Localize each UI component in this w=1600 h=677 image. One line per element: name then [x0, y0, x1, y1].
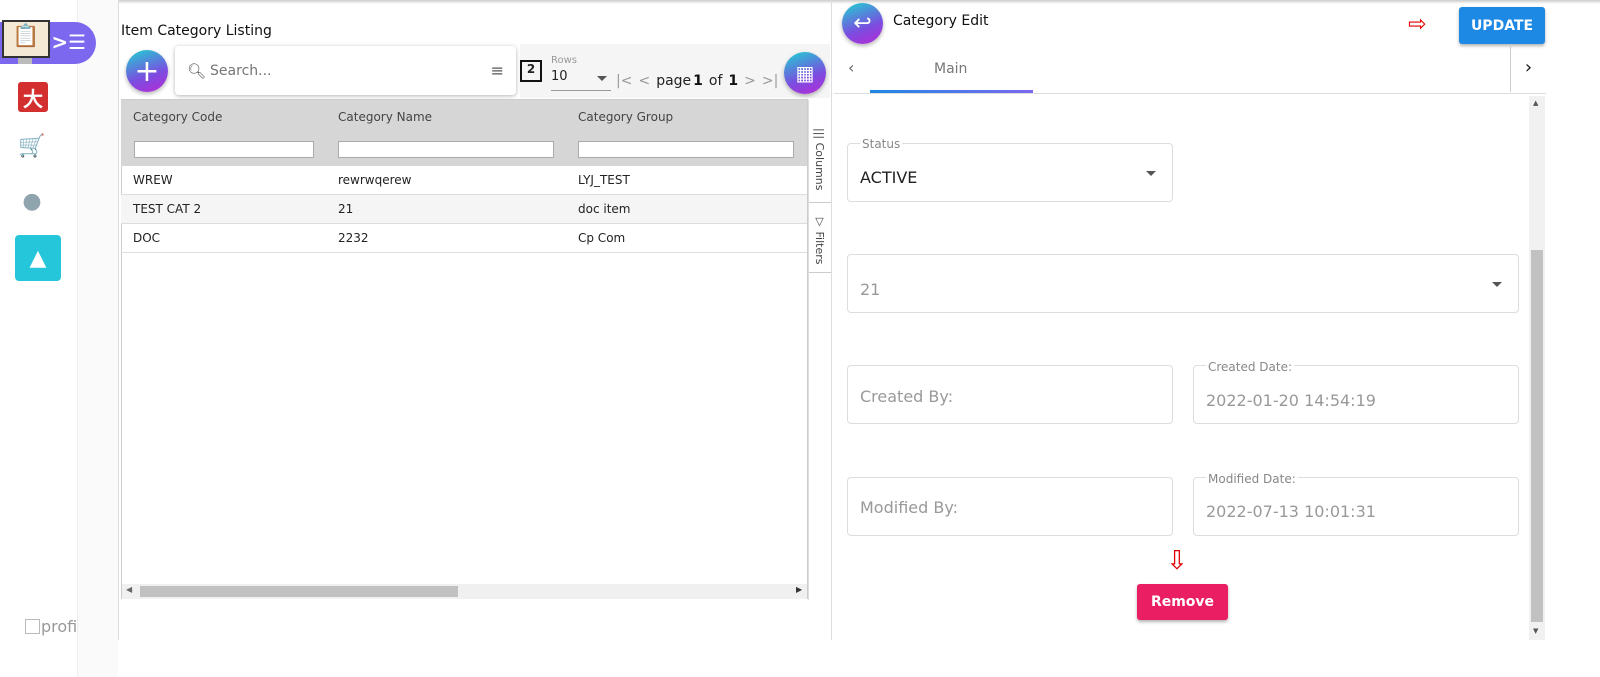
table-row[interactable]: WREW rewrwqerew LYJ_TEST — [121, 166, 807, 195]
first-page-icon[interactable]: |< — [616, 73, 632, 89]
modified-by-label: Modified By: — [860, 498, 959, 517]
palette-icon[interactable]: ● — [16, 185, 48, 217]
grid-header: Category Code Category Name Category Gro… — [121, 100, 807, 134]
table-row[interactable]: TEST CAT 2 21 doc item — [121, 195, 807, 224]
cell: 2232 — [338, 231, 369, 245]
profile-label: profi — [41, 617, 78, 636]
cell: LYJ_TEST — [578, 173, 630, 187]
chevron-down-icon — [597, 76, 607, 81]
app-logo: 📋 — [2, 20, 50, 58]
app-icon-red[interactable]: 大 — [18, 82, 48, 112]
add-button[interactable]: + — [126, 50, 168, 92]
chevron-down-icon — [1146, 171, 1156, 176]
modified-date-label: Modified Date: — [1206, 472, 1298, 486]
filter-row — [121, 134, 807, 166]
arrow-down-annotation-icon: ⇩ — [1166, 546, 1188, 576]
column-header[interactable]: Category Code — [121, 100, 326, 134]
scrollbar-thumb[interactable] — [140, 586, 458, 597]
of-word: of — [708, 73, 723, 89]
cell: TEST CAT 2 — [133, 202, 202, 216]
filter-icon[interactable]: ≡ — [491, 61, 504, 80]
rows-value: 10 — [551, 69, 568, 84]
tab-main[interactable]: Main — [934, 61, 967, 77]
sidebar-gutter — [78, 0, 118, 677]
column-header[interactable]: Category Name — [326, 100, 566, 134]
page-word: page — [656, 73, 692, 89]
menu-collapse-icon: >☰ — [51, 30, 86, 54]
column-header[interactable]: Category Group — [566, 100, 807, 134]
status-value: ACTIVE — [860, 168, 918, 187]
filter-input-code[interactable] — [134, 141, 314, 158]
side-tabs: ||| Columns ▽ Filters — [808, 100, 831, 600]
scrollbar-thumb[interactable] — [1531, 250, 1543, 622]
plus-icon: + — [134, 53, 160, 89]
status-label: Status — [860, 137, 903, 151]
edit-title: Category Edit — [893, 13, 989, 29]
cell: WREW — [133, 173, 173, 187]
status-select[interactable]: Status ACTIVE — [847, 137, 1173, 202]
filters-tab-label: Filters — [813, 231, 826, 265]
grid-view-button[interactable]: ▦ — [784, 52, 826, 94]
cell: Cp Com — [578, 231, 626, 245]
chevron-down-icon — [1492, 282, 1502, 287]
created-by-label: Created By: — [860, 387, 954, 406]
scroll-down-icon[interactable]: ▼ — [1533, 627, 1538, 635]
filters-tab[interactable]: ▽ Filters — [813, 215, 826, 264]
last-page-icon[interactable]: >| — [762, 73, 778, 89]
prev-page-icon[interactable]: < — [638, 73, 650, 89]
filter-input-name[interactable] — [338, 141, 554, 158]
table-row[interactable]: DOC 2232 Cp Com — [121, 224, 807, 253]
logo-stand — [18, 58, 32, 64]
modified-date-value: 2022-07-13 10:01:31 — [1206, 502, 1376, 521]
scroll-left-icon[interactable]: ◀ — [126, 585, 132, 594]
update-button[interactable]: UPDATE — [1459, 7, 1545, 44]
filter-funnel-icon: ▽ — [813, 215, 826, 228]
filter-input-group[interactable] — [578, 141, 794, 158]
tab-scroll-left-icon[interactable]: ‹ — [848, 58, 854, 77]
created-date-label: Created Date: — [1206, 360, 1295, 374]
page-current: 1 — [693, 73, 703, 89]
edit-panel — [834, 0, 1600, 640]
cart-icon[interactable]: 🛒 — [16, 130, 48, 162]
scroll-up-icon[interactable]: ▲ — [1533, 99, 1538, 107]
category-group-select[interactable]: 21 — [847, 254, 1519, 313]
created-date-value: 2022-01-20 14:54:19 — [1206, 391, 1376, 410]
category-group-value: 21 — [860, 280, 881, 299]
cell: rewrwqerew — [338, 173, 412, 187]
page-size-icon: 2 — [520, 60, 542, 82]
created-by-field: Created By: — [847, 365, 1173, 424]
columns-icon: ||| — [813, 128, 826, 140]
cell: 21 — [338, 202, 354, 216]
tab-scroll-right-icon[interactable]: › — [1510, 44, 1546, 92]
cell: DOC — [133, 231, 161, 245]
search-icon: 🔍︎ — [187, 61, 207, 80]
columns-tab[interactable]: ||| Columns — [813, 128, 826, 190]
remove-button[interactable]: Remove — [1137, 584, 1228, 620]
listing-title: Item Category Listing — [121, 23, 272, 39]
columns-tab-label: Columns — [813, 142, 826, 191]
created-date-field: Created Date: 2022-01-20 14:54:19 — [1193, 360, 1519, 424]
search-input[interactable] — [210, 62, 491, 79]
grid-icon: ▦ — [795, 61, 815, 85]
rows-label: Rows — [551, 55, 578, 66]
profile-link[interactable]: profi — [25, 617, 77, 636]
modified-date-field: Modified Date: 2022-07-13 10:01:31 — [1193, 472, 1519, 536]
profile-image-icon — [25, 619, 40, 634]
search-box[interactable]: 🔍︎ ≡ — [175, 46, 516, 95]
arrow-right-annotation-icon: ⇨ — [1408, 12, 1427, 37]
back-button[interactable]: ↩ — [842, 3, 883, 44]
scroll-right-icon[interactable]: ▶ — [796, 585, 802, 594]
rows-select[interactable]: 10 — [551, 69, 611, 91]
reply-arrow-icon: ↩ — [853, 11, 872, 36]
page-total: 1 — [728, 73, 739, 89]
shapes-icon[interactable]: ▲ — [15, 235, 61, 281]
modified-by-field: Modified By: — [847, 477, 1173, 536]
next-page-icon[interactable]: > — [744, 73, 756, 89]
cell: doc item — [578, 202, 631, 216]
